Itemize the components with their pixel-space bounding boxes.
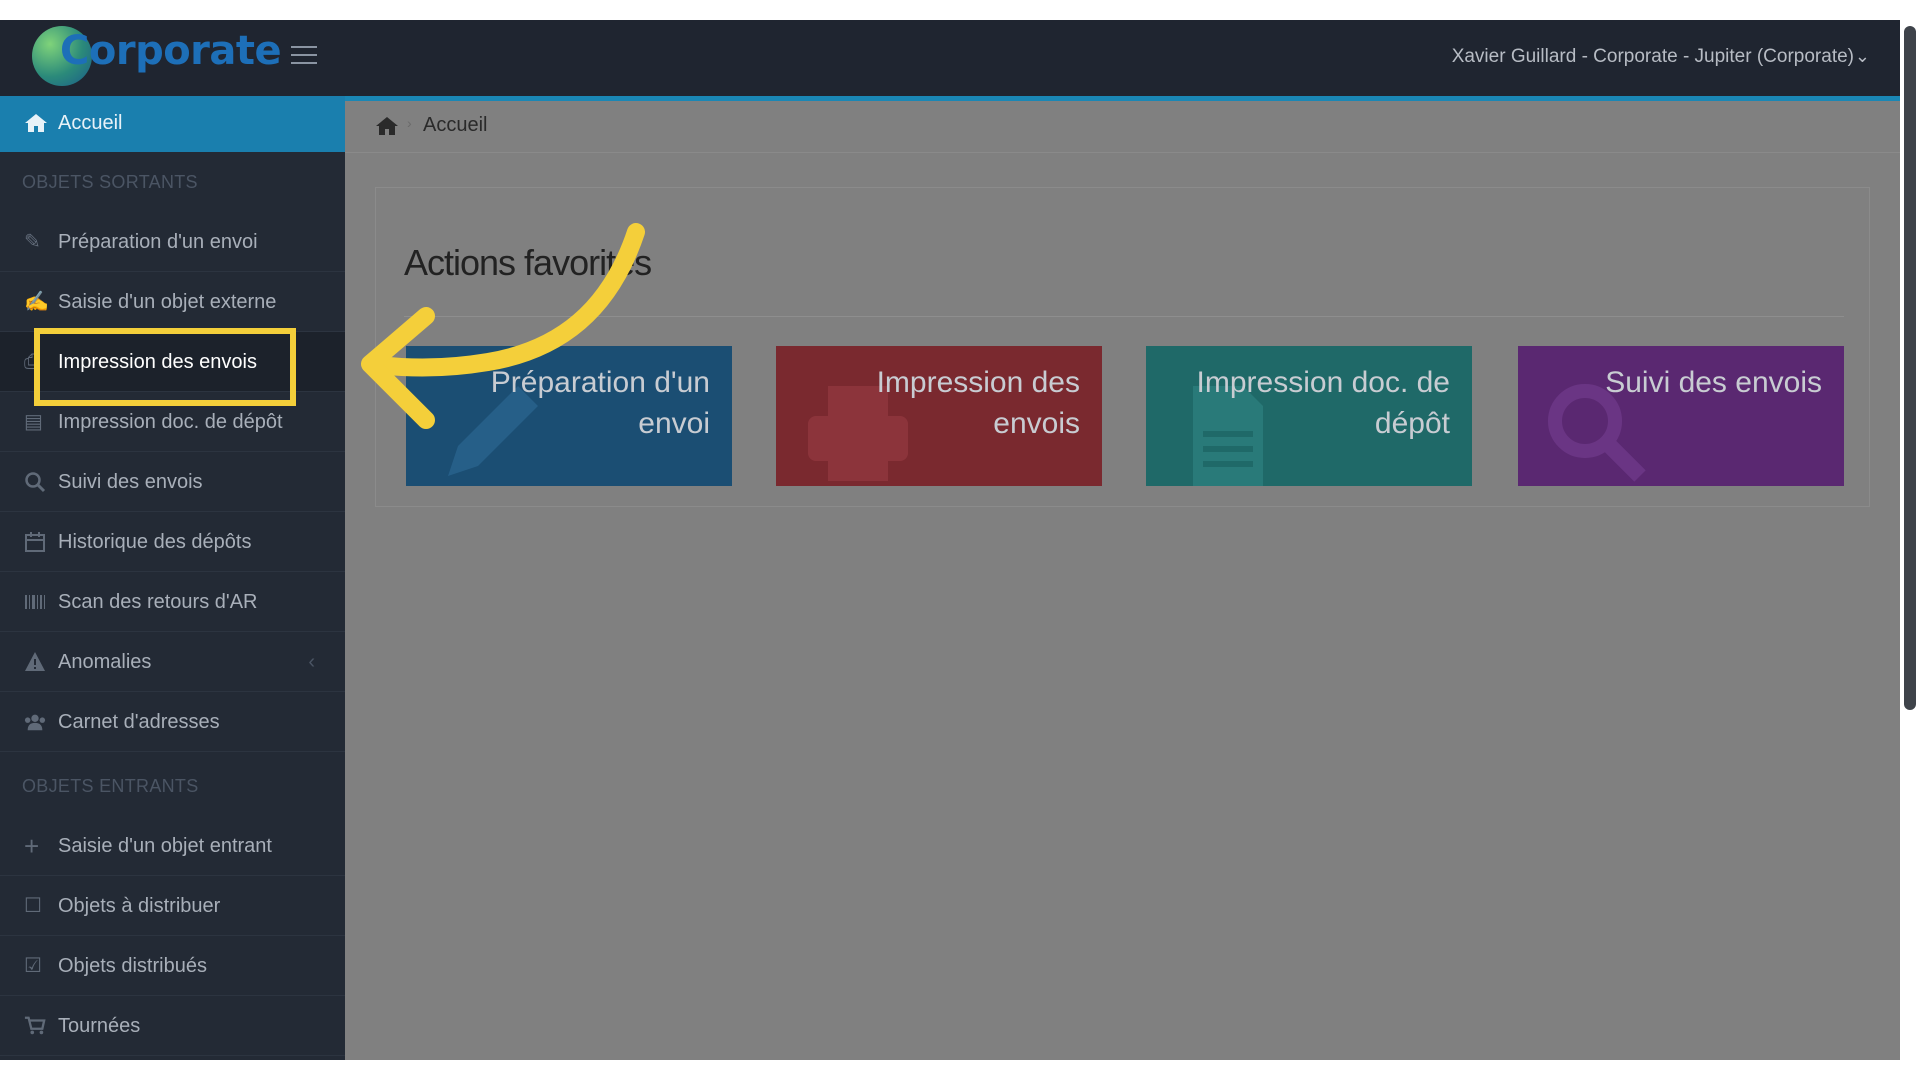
warning-icon — [25, 652, 45, 671]
sidebar-item-label: Saisie d'un objet entrant — [58, 835, 272, 857]
tile-preparation[interactable]: Préparation d'un envoi — [406, 346, 732, 486]
panel-title: Actions favorites — [404, 242, 652, 283]
checkbox-empty-icon: ☐ — [24, 895, 42, 917]
sidebar-item-label: Historique des dépôts — [58, 531, 252, 553]
sidebar-item-label: Préparation d'un envoi — [58, 231, 258, 253]
search-icon — [25, 472, 46, 493]
app-window: Corporate Xavier Guillard - Corporate - … — [0, 20, 1900, 1060]
section-title-sortants: OBJETS SORTANTS — [22, 172, 198, 192]
pencil-icon: ✎ — [24, 231, 41, 253]
breadcrumb-separator: › — [407, 115, 412, 131]
sidebar-item-historique[interactable]: Historique des dépôts — [0, 512, 345, 572]
sidebar-item-accueil[interactable]: Accueil — [0, 96, 345, 152]
sidebar-item-carnet[interactable]: Carnet d'adresses — [0, 692, 345, 752]
chevron-left-icon[interactable]: ‹ — [308, 651, 315, 674]
sidebar-item-scan-ar[interactable]: Scan des retours d'AR — [0, 572, 345, 632]
sidebar-item-label: Impression doc. de dépôt — [58, 411, 283, 433]
section-title-entrants: OBJETS ENTRANTS — [22, 776, 199, 796]
top-bar: Corporate Xavier Guillard - Corporate - … — [0, 20, 1900, 96]
home-icon[interactable] — [375, 115, 399, 137]
panel-divider — [404, 316, 1844, 317]
sidebar-item-label: Carnet d'adresses — [58, 711, 220, 733]
scrollbar-thumb[interactable] — [1904, 26, 1916, 710]
chevron-down-icon[interactable]: ⌄ — [1855, 46, 1870, 67]
sidebar-item-saisie-entrant[interactable]: + Saisie d'un objet entrant — [0, 816, 345, 876]
sidebar-item-label: Scan des retours d'AR — [58, 591, 258, 613]
sidebar-item-suivi[interactable]: Suivi des envois — [0, 452, 345, 512]
tile-suivi[interactable]: Suivi des envois — [1518, 346, 1844, 486]
breadcrumb: › Accueil — [345, 101, 1900, 153]
hamburger-menu-icon[interactable] — [291, 46, 317, 66]
highlight-box — [34, 328, 296, 406]
sidebar-item-label: Anomalies — [58, 651, 152, 673]
sidebar-item-preparation[interactable]: ✎ Préparation d'un envoi — [0, 212, 345, 272]
sidebar-item-label: Saisie d'un objet externe — [58, 291, 277, 313]
sidebar-item-label: Objets distribués — [58, 955, 207, 977]
sidebar-item-saisie-externe[interactable]: ✍ Saisie d'un objet externe — [0, 272, 345, 332]
tile-impression-envois[interactable]: Impression des envois — [776, 346, 1102, 486]
cart-icon — [24, 1016, 46, 1035]
sidebar-item-label: Tournées — [58, 1015, 141, 1037]
sidebar-item-label: Suivi des envois — [58, 471, 203, 493]
breadcrumb-current: Accueil — [423, 114, 488, 136]
tile-label: Suivi des envois — [1605, 366, 1822, 399]
sidebar-item-label: Accueil — [58, 112, 123, 134]
tile-label: Impression doc. de dépôt — [1196, 366, 1450, 440]
main-content: › Accueil Actions favorites Préparation … — [345, 101, 1900, 1060]
tile-label: Impression des envois — [876, 366, 1080, 440]
home-icon — [25, 114, 47, 132]
document-icon: ▤ — [24, 411, 43, 433]
sidebar-item-tournees[interactable]: Tournées — [0, 996, 345, 1056]
users-icon — [24, 714, 46, 731]
plus-icon: + — [24, 831, 40, 861]
sidebar-item-label: Objets à distribuer — [58, 895, 221, 917]
logo[interactable]: Corporate — [32, 24, 282, 92]
calendar-icon — [25, 532, 45, 552]
sidebar: Accueil OBJETS SORTANTS ✎ Préparation d'… — [0, 96, 345, 1060]
sidebar-item-anomalies[interactable]: Anomalies ‹ — [0, 632, 345, 692]
checkbox-checked-icon: ☑ — [24, 955, 42, 977]
user-menu[interactable]: Xavier Guillard - Corporate - Jupiter (C… — [1452, 46, 1854, 68]
sidebar-item-a-distribuer[interactable]: ☐ Objets à distribuer — [0, 876, 345, 936]
tile-impression-doc[interactable]: Impression doc. de dépôt — [1146, 346, 1472, 486]
barcode-icon — [25, 595, 45, 609]
logo-text: Corporate — [60, 28, 282, 74]
sidebar-item-distribues[interactable]: ☑ Objets distribués — [0, 936, 345, 996]
tile-label: Préparation d'un envoi — [490, 366, 710, 440]
favorites-panel: Actions favorites Préparation d'un envoi … — [375, 187, 1870, 507]
external-edit-icon: ✍ — [24, 291, 49, 313]
